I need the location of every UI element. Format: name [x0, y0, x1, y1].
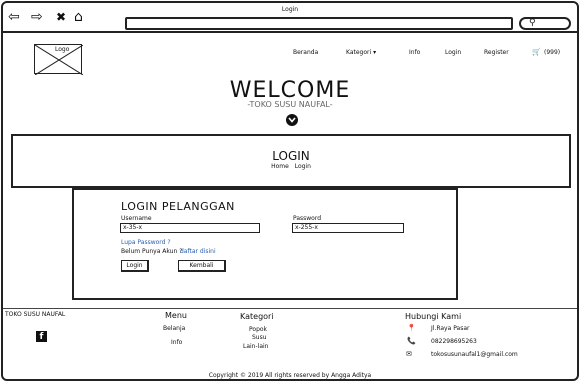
facebook-icon[interactable]: f [36, 331, 47, 342]
logo-label: Logo [55, 46, 70, 53]
chevron-down-icon[interactable] [286, 114, 298, 126]
footer-kategori-popok[interactable]: Popok [249, 326, 267, 333]
store-subtitle: -TOKO SUSU NAUFAL- [247, 100, 333, 109]
footer-email[interactable]: tokosusunaufal1@gmail.com [431, 351, 518, 358]
footer-divider [3, 308, 577, 309]
footer-menu-belanja[interactable]: Belanja [163, 325, 185, 332]
password-input[interactable]: x-255-x [292, 223, 404, 233]
login-button[interactable]: Login [121, 260, 149, 272]
cart-icon[interactable]: 🛒 [532, 48, 541, 56]
login-form: LOGIN PELANGGAN Username x-35-x Password… [72, 188, 458, 300]
register-link[interactable]: daftar disini [180, 248, 216, 255]
location-pin-icon: 📍 [407, 324, 416, 332]
username-input[interactable]: x-35-x [120, 223, 260, 233]
footer-phone: 082298695263 [431, 338, 477, 345]
search-icon: ⚲ [529, 18, 536, 28]
nav-login[interactable]: Login [445, 49, 461, 56]
login-banner-title: LOGIN [272, 149, 310, 163]
back-button[interactable]: Kembali [178, 260, 226, 272]
form-title: LOGIN PELANGGAN [121, 200, 235, 213]
no-account-text: Belum Punya Akun ? [121, 248, 183, 255]
footer-menu-title: Menu [165, 311, 187, 320]
nav-register[interactable]: Register [484, 49, 509, 56]
footer-contact-title: Hubungi Kami [405, 312, 462, 321]
logo-placeholder[interactable]: Logo [34, 44, 83, 75]
phone-icon: 📞 [407, 337, 416, 345]
nav-beranda[interactable]: Beranda [293, 49, 318, 56]
username-label: Username [121, 215, 152, 222]
back-arrow-icon[interactable]: ⇦ [8, 10, 20, 24]
breadcrumb-home[interactable]: Home [271, 163, 289, 170]
password-label: Password [293, 215, 322, 222]
breadcrumb-current: Login [294, 163, 311, 170]
login-banner: LOGIN Home Login [11, 134, 571, 188]
address-bar[interactable] [125, 17, 513, 30]
email-icon: ✉ [406, 350, 412, 358]
nav-kategori-dropdown[interactable]: Kategori ▾ [346, 49, 376, 56]
forward-arrow-icon[interactable]: ⇨ [31, 10, 43, 24]
footer-address: Jl.Raya Pasar [431, 325, 470, 332]
forgot-password-link[interactable]: Lupa Password ? [121, 239, 171, 246]
window-title: Login [281, 6, 299, 13]
footer-kategori-lain[interactable]: Lain-lain [243, 343, 268, 350]
browser-window: Login ⇦ ⇨ ✖ ⌂ ⚲ Logo Beranda Kategori ▾ … [1, 1, 579, 381]
nav-info[interactable]: Info [409, 49, 420, 56]
cart-count[interactable]: (999) [544, 49, 560, 56]
breadcrumb: Home Login [13, 163, 569, 170]
footer-brand: TOKO SUSU NAUFAL [5, 311, 66, 318]
browser-search-box[interactable]: ⚲ [519, 17, 571, 30]
close-icon[interactable]: ✖ [56, 10, 66, 24]
browser-toolbar: Login ⇦ ⇨ ✖ ⌂ ⚲ [3, 3, 577, 33]
copyright: Copyright © 2019 All rights reserved by … [208, 372, 372, 379]
footer-menu-info[interactable]: Info [171, 339, 182, 346]
footer-kategori-susu[interactable]: Susu [252, 334, 267, 341]
home-icon[interactable]: ⌂ [74, 10, 83, 24]
footer-kategori-title: Kategori [240, 312, 274, 321]
